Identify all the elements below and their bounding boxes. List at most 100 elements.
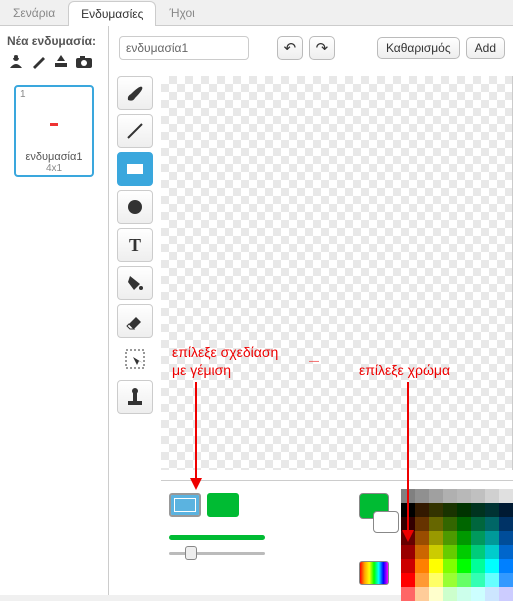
palette-swatch[interactable]	[443, 559, 457, 573]
paint-editor: ↶ ↷ Καθαρισμός Add T —	[109, 26, 513, 595]
palette-swatch[interactable]	[457, 489, 471, 503]
palette-swatch[interactable]	[401, 531, 415, 545]
palette-swatch[interactable]	[457, 559, 471, 573]
stroke-width-slider[interactable]	[169, 552, 265, 555]
undo-button[interactable]: ↶	[277, 36, 303, 60]
color-palette	[401, 489, 513, 601]
redo-button[interactable]: ↷	[309, 36, 335, 60]
palette-swatch[interactable]	[485, 559, 499, 573]
color-spectrum-button[interactable]	[359, 561, 389, 585]
palette-swatch[interactable]	[443, 531, 457, 545]
palette-swatch[interactable]	[471, 559, 485, 573]
palette-swatch[interactable]	[429, 517, 443, 531]
palette-swatch[interactable]	[415, 517, 429, 531]
ellipse-tool[interactable]	[117, 190, 153, 224]
shape-outline-mode[interactable]	[169, 493, 201, 517]
palette-swatch[interactable]	[485, 517, 499, 531]
palette-swatch[interactable]	[401, 545, 415, 559]
palette-swatch[interactable]	[443, 489, 457, 503]
palette-swatch[interactable]	[415, 545, 429, 559]
tool-options	[161, 480, 513, 595]
palette-swatch[interactable]	[401, 517, 415, 531]
palette-swatch[interactable]	[499, 587, 513, 601]
palette-swatch[interactable]	[485, 489, 499, 503]
palette-swatch[interactable]	[401, 489, 415, 503]
palette-swatch[interactable]	[429, 559, 443, 573]
palette-swatch[interactable]	[457, 503, 471, 517]
costume-list-panel: Νέα ενδυμασία: 1 ενδυμασία1 4x1	[0, 26, 109, 595]
eraser-tool[interactable]	[117, 304, 153, 338]
palette-swatch[interactable]	[429, 531, 443, 545]
palette-swatch[interactable]	[415, 489, 429, 503]
tab-sounds[interactable]: Ήχοι	[156, 0, 207, 25]
palette-swatch[interactable]	[429, 489, 443, 503]
fill-tool[interactable]	[117, 266, 153, 300]
palette-swatch[interactable]	[471, 545, 485, 559]
palette-swatch[interactable]	[415, 587, 429, 601]
palette-swatch[interactable]	[415, 573, 429, 587]
palette-swatch[interactable]	[415, 531, 429, 545]
palette-swatch[interactable]	[485, 573, 499, 587]
paint-icon[interactable]	[31, 53, 47, 74]
clear-button[interactable]: Καθαρισμός	[377, 37, 460, 59]
palette-swatch[interactable]	[457, 587, 471, 601]
palette-swatch[interactable]	[485, 531, 499, 545]
palette-swatch[interactable]	[485, 503, 499, 517]
palette-swatch[interactable]	[401, 587, 415, 601]
palette-swatch[interactable]	[443, 587, 457, 601]
tab-scripts[interactable]: Σενάρια	[0, 0, 68, 25]
palette-swatch[interactable]	[499, 489, 513, 503]
palette-swatch[interactable]	[471, 517, 485, 531]
palette-swatch[interactable]	[415, 503, 429, 517]
brush-tool[interactable]	[117, 76, 153, 110]
drawing-canvas[interactable]: —	[161, 76, 513, 470]
palette-swatch[interactable]	[457, 517, 471, 531]
palette-swatch[interactable]	[471, 503, 485, 517]
palette-swatch[interactable]	[401, 559, 415, 573]
camera-icon[interactable]	[75, 53, 93, 74]
palette-swatch[interactable]	[429, 545, 443, 559]
costume-thumbnail[interactable]: 1 ενδυμασία1 4x1	[14, 85, 94, 177]
line-tool[interactable]	[117, 114, 153, 148]
palette-swatch[interactable]	[401, 573, 415, 587]
palette-swatch[interactable]	[471, 573, 485, 587]
text-tool[interactable]: T	[117, 228, 153, 262]
select-tool[interactable]	[117, 342, 153, 376]
palette-swatch[interactable]	[457, 531, 471, 545]
palette-swatch[interactable]	[443, 503, 457, 517]
add-button[interactable]: Add	[466, 37, 505, 59]
editor-toolbar: ↶ ↷ Καθαρισμός Add	[109, 26, 513, 68]
palette-swatch[interactable]	[443, 517, 457, 531]
thumb-index: 1	[20, 89, 26, 100]
palette-swatch[interactable]	[499, 545, 513, 559]
upload-icon[interactable]	[53, 53, 69, 74]
palette-swatch[interactable]	[485, 545, 499, 559]
tab-costumes[interactable]: Ενδυμασίες	[68, 1, 156, 26]
palette-swatch[interactable]	[499, 517, 513, 531]
palette-swatch[interactable]	[401, 503, 415, 517]
palette-swatch[interactable]	[443, 545, 457, 559]
palette-swatch[interactable]	[499, 573, 513, 587]
rectangle-tool[interactable]	[117, 152, 153, 186]
shape-filled-mode[interactable]	[207, 493, 239, 517]
palette-swatch[interactable]	[415, 559, 429, 573]
palette-swatch[interactable]	[429, 503, 443, 517]
palette-swatch[interactable]	[499, 531, 513, 545]
palette-swatch[interactable]	[499, 503, 513, 517]
stamp-tool[interactable]	[117, 380, 153, 414]
costume-name-input[interactable]	[119, 36, 249, 60]
palette-swatch[interactable]	[471, 531, 485, 545]
palette-swatch[interactable]	[457, 545, 471, 559]
palette-swatch[interactable]	[485, 587, 499, 601]
palette-swatch[interactable]	[457, 573, 471, 587]
palette-swatch[interactable]	[499, 559, 513, 573]
palette-swatch[interactable]	[471, 489, 485, 503]
palette-swatch[interactable]	[429, 573, 443, 587]
stroke-preview	[169, 535, 265, 540]
background-color-swatch[interactable]	[373, 511, 399, 533]
palette-swatch[interactable]	[471, 587, 485, 601]
palette-swatch[interactable]	[429, 587, 443, 601]
redo-icon: ↷	[316, 39, 329, 57]
library-icon[interactable]	[7, 52, 25, 75]
palette-swatch[interactable]	[443, 573, 457, 587]
